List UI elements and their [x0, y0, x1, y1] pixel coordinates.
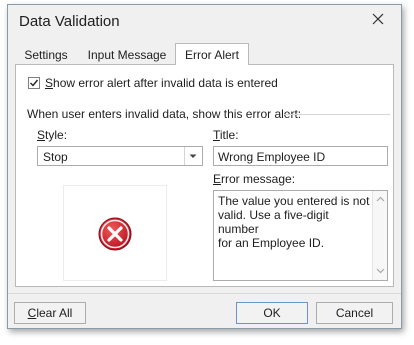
footer-separator: [8, 293, 401, 294]
scroll-up-icon[interactable]: [376, 196, 385, 202]
chevron-down-icon[interactable]: [184, 147, 202, 165]
title-input[interactable]: Wrong Employee ID: [213, 146, 388, 166]
scroll-down-icon[interactable]: [376, 268, 385, 274]
style-combobox[interactable]: Stop: [37, 146, 203, 166]
title-input-value: Wrong Employee ID: [218, 150, 326, 164]
tab-input-message[interactable]: Input Message: [85, 46, 169, 65]
error-alert-panel: Show error alert after invalid data is e…: [15, 64, 394, 287]
error-message-scrollbar[interactable]: [372, 191, 387, 280]
error-message-textarea[interactable]: The value you entered is not valid. Use …: [213, 190, 388, 281]
title-label: Title:: [213, 128, 239, 142]
ok-button[interactable]: OK: [236, 302, 308, 324]
stop-error-icon: [97, 216, 133, 252]
style-preview: [63, 185, 167, 281]
show-error-alert-label: Show error alert after invalid data is e…: [45, 76, 278, 90]
style-label: Style:: [37, 128, 68, 142]
clear-all-button[interactable]: Clear All: [14, 302, 86, 324]
close-icon[interactable]: [370, 11, 386, 27]
dialog-title: Data Validation: [19, 13, 120, 30]
cancel-button[interactable]: Cancel: [316, 302, 393, 324]
tab-settings[interactable]: Settings: [21, 46, 71, 65]
show-error-alert-checkbox[interactable]: [28, 77, 40, 89]
data-validation-dialog: Data Validation Settings Input Message E…: [7, 4, 402, 329]
tab-strip: Settings Input Message Error Alert: [15, 43, 395, 65]
section-separator: [284, 114, 390, 115]
tab-error-alert[interactable]: Error Alert: [175, 43, 249, 65]
error-message-label: Error message:: [213, 172, 296, 186]
style-value: Stop: [43, 150, 68, 164]
error-message-value: The value you entered is not valid. Use …: [218, 194, 370, 250]
section-label: When user enters invalid data, show this…: [27, 107, 302, 121]
